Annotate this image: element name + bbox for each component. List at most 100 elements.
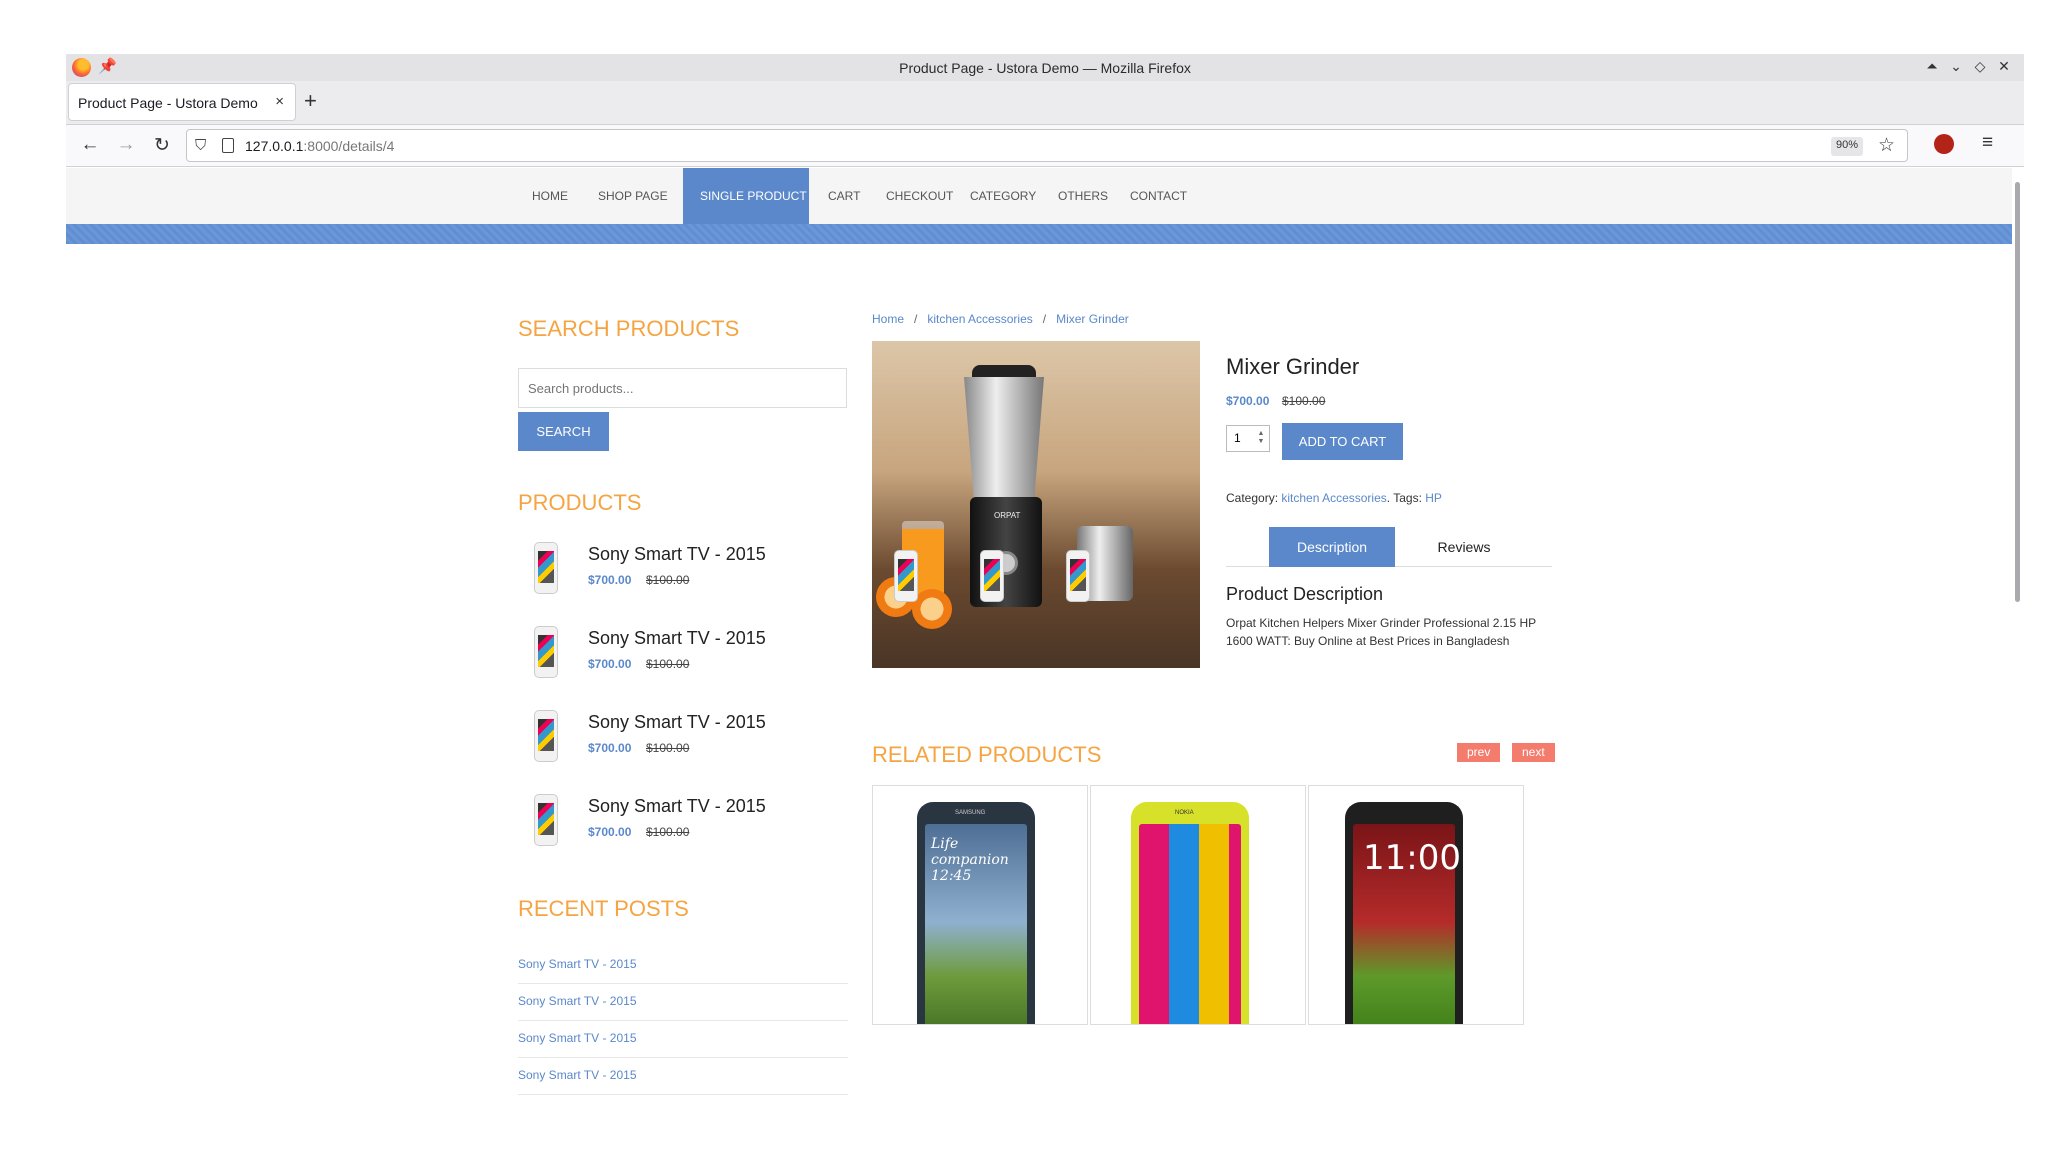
recent-post-link[interactable]: Sony Smart TV - 2015 — [518, 1021, 848, 1058]
tab-description[interactable]: Description — [1269, 527, 1395, 567]
url-text[interactable]: 127.0.0.1:8000/details/4 — [245, 138, 394, 154]
search-input[interactable] — [518, 368, 847, 408]
address-bar[interactable]: ⛉ 127.0.0.1:8000/details/4 90% ☆ — [186, 129, 1908, 162]
nav-single-product[interactable]: SINGLE PRODUCT — [683, 168, 809, 224]
window-minimize-button[interactable]: ⌄ — [1947, 58, 1965, 75]
reload-icon[interactable]: ↻ — [150, 134, 174, 157]
breadcrumb-category[interactable]: kitchen Accessories — [927, 312, 1032, 326]
recent-post-link[interactable]: Sony Smart TV - 2015 — [518, 947, 848, 984]
stepper-arrows-icon[interactable]: ▲ ▼ — [1256, 430, 1266, 447]
description-heading: Product Description — [1226, 584, 1384, 604]
recent-post-link[interactable]: Sony Smart TV - 2015 — [518, 984, 848, 1021]
url-host: 127.0.0.1 — [245, 138, 304, 154]
product-thumbnail[interactable] — [534, 710, 558, 762]
page-scrollbar[interactable] — [2015, 182, 2020, 602]
window-title: Product Page - Ustora Demo — Mozilla Fir… — [899, 60, 1191, 76]
prev-button[interactable]: prev — [1457, 743, 1501, 762]
product-price: $700.00 — [588, 657, 632, 671]
nav-home[interactable]: HOME — [518, 168, 578, 224]
product-name[interactable]: Sony Smart TV - 2015 — [588, 712, 766, 733]
recent-posts-heading: RECENT POSTS — [518, 896, 689, 921]
nav-category[interactable]: CATEGORY — [956, 168, 1042, 224]
phone-image[interactable]: NOKIA — [1131, 802, 1249, 1024]
category-label: Category: — [1226, 491, 1279, 505]
tab-reviews[interactable]: Reviews — [1401, 527, 1527, 567]
product-main-image[interactable]: ORPAT — [872, 341, 1200, 668]
product-name[interactable]: Sony Smart TV - 2015 — [588, 544, 766, 565]
mixer-jar-graphic — [964, 377, 1044, 497]
phone-brand-text: SAMSUNG — [955, 810, 986, 816]
nav-shop-page[interactable]: SHOP PAGE — [586, 168, 670, 224]
phone-screen-text: Life companion 12:45 — [931, 836, 1009, 884]
product-old-price: $100.00 — [646, 573, 690, 587]
product-old-price: $100.00 — [646, 657, 690, 671]
browser-tab[interactable]: Product Page - Ustora Demo × — [68, 83, 296, 121]
sidebar-product[interactable]: Sony Smart TV - 2015 $700.00 $100.00 — [518, 542, 848, 622]
mixer-brand-text: ORPAT — [994, 511, 1021, 520]
product-name[interactable]: Sony Smart TV - 2015 — [588, 628, 766, 649]
product-old-price: $100.00 — [646, 741, 690, 755]
product-name[interactable]: Sony Smart TV - 2015 — [588, 796, 766, 817]
breadcrumb-separator: / — [1042, 312, 1047, 326]
product-meta: Category: kitchen Accessories. Tags: HP — [1226, 491, 1442, 505]
quantity-stepper[interactable]: 1 ▲ ▼ — [1226, 425, 1270, 452]
next-button[interactable]: next — [1512, 743, 1555, 762]
tag-link[interactable]: HP — [1425, 491, 1442, 505]
related-product-card[interactable]: NOKIA — [1090, 785, 1306, 1025]
new-tab-button[interactable]: + — [304, 88, 317, 114]
phone-screen: 11:00 — [1353, 824, 1461, 1024]
window-close-button[interactable]: ✕ — [1995, 58, 2013, 75]
tab-title: Product Page - Ustora Demo — [78, 95, 258, 111]
add-to-cart-button[interactable]: ADD TO CART — [1282, 423, 1403, 460]
breadcrumb-separator: / — [914, 312, 918, 326]
product-thumbnail[interactable] — [534, 794, 558, 846]
tags-label: . Tags: — [1386, 491, 1422, 505]
gallery-thumbnail[interactable] — [980, 550, 1004, 602]
breadcrumb: Home / kitchen Accessories / Mixer Grinder — [872, 312, 1129, 326]
bookmark-star-icon[interactable]: ☆ — [1878, 134, 1895, 157]
forward-arrow-icon[interactable]: → — [114, 134, 138, 156]
related-product-card[interactable]: 11:00 — [1308, 785, 1524, 1025]
hamburger-menu-icon[interactable]: ≡ — [1982, 132, 1993, 154]
related-products-heading: RELATED PRODUCTS — [872, 742, 1102, 767]
search-button[interactable]: SEARCH — [518, 412, 609, 451]
recent-post-link[interactable]: Sony Smart TV - 2015 — [518, 1058, 848, 1095]
product-thumbnail[interactable] — [534, 626, 558, 678]
nav-others[interactable]: OTHERS — [1046, 168, 1114, 224]
gallery-thumbnail[interactable] — [894, 550, 918, 602]
product-title: Mixer Grinder — [1226, 354, 1360, 379]
breadcrumb-home[interactable]: Home — [872, 312, 904, 326]
search-products-heading: SEARCH PRODUCTS — [518, 316, 740, 341]
sidebar-product[interactable]: Sony Smart TV - 2015 $700.00 $100.00 — [518, 626, 848, 706]
description-text: Orpat Kitchen Helpers Mixer Grinder Prof… — [1226, 616, 1536, 648]
sidebar-product[interactable]: Sony Smart TV - 2015 $700.00 $100.00 — [518, 710, 848, 790]
nav-checkout[interactable]: CHECKOUT — [872, 168, 953, 224]
gallery-thumbnail[interactable] — [1066, 550, 1090, 602]
page-info-icon[interactable] — [222, 138, 234, 153]
phone-screen — [1139, 824, 1241, 1024]
extension-icon[interactable] — [1934, 134, 1954, 154]
product-price: $700.00 — [588, 573, 632, 587]
nav-contact[interactable]: CONTACT — [1118, 168, 1198, 224]
quantity-value: 1 — [1234, 431, 1241, 445]
category-link[interactable]: kitchen Accessories — [1281, 491, 1386, 505]
nav-cart[interactable]: CART — [818, 168, 868, 224]
phone-screen-text: 11:00 — [1363, 838, 1461, 878]
related-product-card[interactable]: SAMSUNG Life companion 12:45 — [872, 785, 1088, 1025]
breadcrumb-product[interactable]: Mixer Grinder — [1056, 312, 1129, 326]
phone-image[interactable]: 11:00 — [1345, 802, 1463, 1024]
sidebar-product[interactable]: Sony Smart TV - 2015 $700.00 $100.00 — [518, 794, 848, 874]
window-maximize-button[interactable]: ◇ — [1971, 58, 1989, 75]
browser-window: 📌 Product Page - Ustora Demo — Mozilla F… — [66, 54, 2024, 1110]
tab-close-icon[interactable]: × — [275, 93, 284, 110]
back-arrow-icon[interactable]: ← — [78, 134, 102, 156]
product-thumbnail[interactable] — [534, 542, 558, 594]
zoom-level-badge[interactable]: 90% — [1830, 137, 1863, 156]
tab-bar: Product Page - Ustora Demo × + — [66, 81, 2024, 125]
product-price: $700.00 — [588, 825, 632, 839]
web-page: HOME SHOP PAGE SINGLE PRODUCT CART CHECK… — [66, 168, 2012, 1110]
header-stripe — [66, 224, 2012, 244]
shield-icon[interactable]: ⛉ — [195, 137, 206, 154]
phone-image[interactable]: SAMSUNG Life companion 12:45 — [917, 802, 1035, 1024]
window-keep-above-button[interactable]: ⏶ — [1923, 58, 1941, 75]
